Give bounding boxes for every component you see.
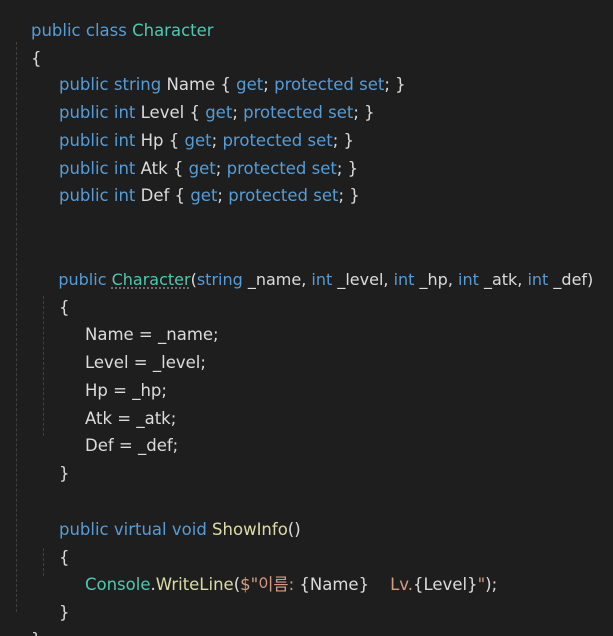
code-line-assign-name[interactable]: Name = _name; [64,302,219,344]
param-name: _hp [414,270,448,289]
code-line-property-hp[interactable]: public int Hp { get; protected set; } [38,108,354,150]
class-name: Console [84,575,151,594]
keyword: public int [58,186,141,205]
code-line-constructor-open-brace[interactable]: { [38,275,70,317]
class-name: Character [132,21,214,40]
interpolation: {Level} [413,575,478,594]
keyword: public class [30,21,133,40]
punctuation: , [447,270,458,289]
interpolation: {Name} [299,575,370,594]
param-name: _def [548,270,588,289]
brace: } [58,464,70,483]
code-line-constructor-signature[interactable]: public Character(string _name, int _leve… [38,247,593,289]
code-line-assign-level[interactable]: Level = _level; [64,330,206,372]
code-line-property-def[interactable]: public int Def { get; protected set; } [38,163,360,205]
code-line-console-call[interactable]: Console.WriteLine($"이름: {Name} Lv.{Level… [64,552,497,594]
string-literal: Lv. [369,575,413,594]
punctuation: ) [587,270,594,289]
code-line-assign-atk[interactable]: Atk = _atk; [64,386,176,428]
operator: = [113,436,138,455]
param-name: _level [332,270,384,289]
punctuation: ; [172,436,179,455]
param-name: _atk [478,270,518,289]
param-type: int [458,270,479,289]
code-line-assign-hp[interactable]: Hp = _hp; [64,358,167,400]
param-type: int [393,270,415,289]
param-type: int [527,270,549,289]
punctuation: , [301,270,312,289]
code-line-property-level[interactable]: public int Level { get; protected set; } [38,80,375,122]
assign-value: _def [137,436,173,455]
assign-target: Def [84,436,114,455]
param-type: int [311,270,333,289]
code-line-method-signature[interactable]: public virtual void ShowInfo() [38,497,301,539]
keyword: protected set [228,186,339,205]
code-line-method-close-brace[interactable]: } [38,580,70,622]
constructor-name: Character [111,270,191,289]
code-line-property-atk[interactable]: public int Atk { get; protected set; } [38,136,358,178]
code-line-class-declaration[interactable]: public class Character [10,0,214,40]
code-line-open-brace[interactable]: { [10,26,42,68]
punctuation: ; [217,186,229,205]
brace: } [58,603,70,622]
brace: } [31,630,42,636]
property-name: Def [140,186,170,205]
code-line-property-name[interactable]: public string Name { get; protected set;… [38,52,406,94]
punctuation: , [517,270,528,289]
method-name: WriteLine [155,575,234,594]
punctuation: , [383,270,394,289]
indent-guide [16,42,17,612]
punctuation: ; } [338,186,360,205]
code-line-class-close-brace[interactable]: } [10,607,42,636]
punctuation: ; } [384,75,406,94]
punctuation: ; [200,353,206,372]
punctuation: ; } [353,103,375,122]
keyword: get [190,186,218,205]
keyword: public virtual void [58,520,213,539]
code-line-method-open-brace[interactable]: { [38,525,70,567]
punctuation: ); [485,575,498,594]
code-line-assign-def[interactable]: Def = _def; [64,413,178,455]
punctuation: () [287,520,301,539]
string-literal: $"이름: [240,575,300,594]
method-name: ShowInfo [212,520,288,539]
punctuation: { [169,186,191,205]
param-type: string [196,270,243,289]
code-editor[interactable]: public class Character { public string N… [0,0,613,636]
code-line-constructor-close-brace[interactable]: } [38,441,70,483]
punctuation: ; [213,325,219,344]
param-name: _name [242,270,302,289]
